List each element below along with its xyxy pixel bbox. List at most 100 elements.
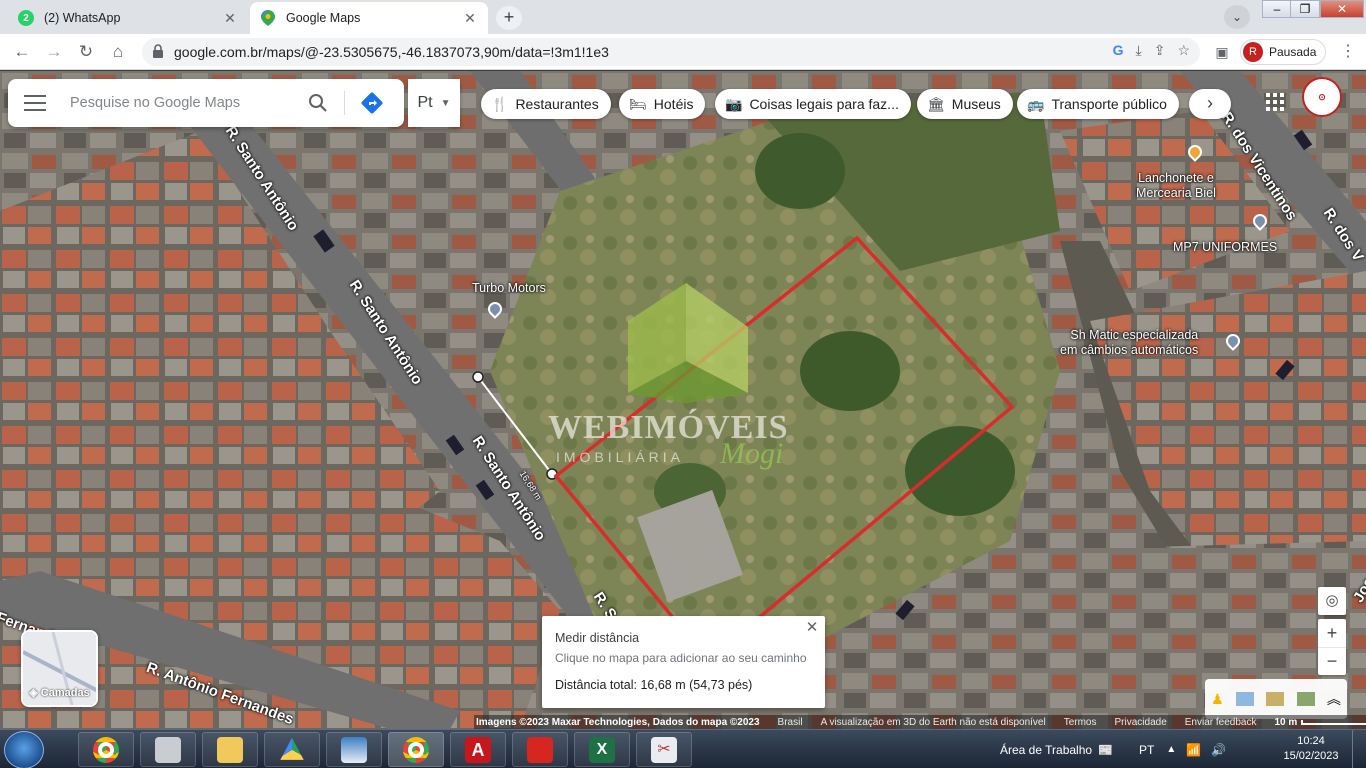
taskbar-scan-app[interactable] [326,732,382,767]
bookmark-star-icon[interactable]: ☆ [1177,42,1190,59]
street-view-controls: ♟ ︽ [1205,679,1347,719]
imagery-credit: Imagens ©2023 Maxar Technologies, Dados … [476,716,760,728]
language-indicator[interactable]: PT [1139,743,1154,757]
satellite-map[interactable]: WEBIMÓVEIS IMOBILIÁRIA Mogi R. Santo Ant… [0,71,1366,729]
chip-transit[interactable]: 🚌 Transporte público [1017,89,1179,119]
clock[interactable]: 10:24 15/02/2023 [1280,734,1342,764]
fork-knife-icon: 🍴 [491,95,509,112]
chip-museums[interactable]: 🏛 Museus [917,89,1013,119]
poi-label[interactable]: Lanchonete e Mercearia Biel [1136,171,1216,201]
close-window-button[interactable]: ✕ [1320,0,1364,18]
reload-button[interactable]: ↻ [74,40,98,64]
taskbar-acrobat[interactable] [512,732,568,767]
taskbar-chrome-active[interactable] [388,732,444,767]
tab-title: Google Maps [286,11,361,25]
tab-google-maps[interactable]: Google Maps ✕ [250,2,488,34]
measure-distance-panel: Medir distância Clique no mapa para adic… [542,616,825,708]
google-lens-icon[interactable]: G [1113,42,1124,59]
new-tab-button[interactable]: + [496,6,522,30]
country-link[interactable]: Brasil [778,717,803,728]
desktop-toolbar-label[interactable]: Área de Trabalho [1000,743,1092,757]
3d-notice: A visualização em 3D do Earth não está d… [820,716,1046,728]
forward-button[interactable]: → [42,40,66,64]
zoom-in-button[interactable]: + [1318,619,1346,647]
taskbar-excel[interactable]: X [574,732,630,767]
show-desktop-button[interactable] [1352,730,1366,768]
scale-bar[interactable]: 10 m [1274,717,1366,728]
google-apps-icon[interactable] [1266,93,1284,111]
taskbar-snipping[interactable]: ✂ [636,732,692,767]
profile-status: Pausada [1269,45,1317,59]
install-icon[interactable]: ⤓ [1136,42,1142,59]
attribution-bar: Imagens ©2023 Maxar Technologies, Dados … [474,715,1366,729]
minimize-button[interactable]: – [1262,0,1292,18]
share-icon[interactable]: ⇪ [1154,42,1166,59]
directions-icon[interactable] [360,91,384,115]
side-panel-icon[interactable]: ▣ [1210,40,1234,64]
scan-icon [341,736,367,763]
chevron-up-icon[interactable]: ︽ [1327,689,1341,709]
maximize-button[interactable]: ❐ [1290,0,1320,18]
zoom-out-button[interactable]: − [1318,647,1346,675]
watermark-script: Mogi [720,437,784,470]
measure-title: Medir distância [555,631,640,645]
tab-close-icon[interactable]: ✕ [222,10,238,26]
watermark-subtitle: IMOBILIÁRIA [556,449,685,465]
whatsapp-icon: 2 [18,10,34,26]
close-icon[interactable]: ✕ [804,620,820,636]
browser-menu-icon[interactable]: ⋮ [1338,40,1358,64]
chip-restaurants[interactable]: 🍴 Restaurantes [481,89,611,119]
measure-point[interactable] [472,371,484,383]
terms-link[interactable]: Termos [1064,717,1097,728]
address-bar[interactable]: google.com.br/maps/@-23.5305675,-46.1837… [142,38,1200,66]
measure-total: Distância total: 16,68 m (54,73 pés) [555,678,753,692]
poi-label[interactable]: MP7 UNIFORMES [1173,240,1277,254]
zoom-controls: + − [1318,619,1346,675]
street-view-thumb[interactable] [1235,692,1254,706]
taskbar-drive[interactable] [264,732,320,767]
chrome-icon [93,736,119,763]
search-icon[interactable] [308,93,328,113]
tab-whatsapp[interactable]: 2 (2) WhatsApp ✕ [8,2,248,34]
camera-icon: 📷 [725,95,743,112]
taskbar-autocad[interactable]: A [450,732,506,767]
layers-button[interactable]: ◈ Camadas [21,630,98,707]
chip-things-to-do[interactable]: 📷 Coisas legais para faz... [715,89,911,119]
back-button[interactable]: ← [10,40,34,64]
bus-icon: 🚌 [1027,95,1045,112]
url-text: google.com.br/maps/@-23.5305675,-46.1837… [174,44,609,60]
menu-icon[interactable] [24,95,46,111]
tab-close-icon[interactable]: ✕ [462,10,478,26]
start-button[interactable] [4,731,44,768]
tab-title: (2) WhatsApp [44,11,121,25]
browser-toolbar: ← → ↻ ⌂ google.com.br/maps/@-23.5305675,… [0,34,1366,70]
taskbar-chrome[interactable] [78,732,134,767]
my-location-button[interactable]: ◎ [1318,587,1346,615]
street-view-thumb[interactable] [1266,692,1285,706]
maps-search-box [8,79,404,127]
account-avatar[interactable]: ⊙ [1302,77,1342,117]
measure-hint: Clique no mapa para adicionar ao seu cam… [555,651,807,665]
autocad-icon: A [465,736,491,763]
poi-label[interactable]: Sh Matic especializada em câmbios automá… [1060,328,1198,358]
tray-expand-icon[interactable]: ▲ [1166,744,1176,755]
street-view-thumb[interactable] [1296,692,1315,706]
taskbar-explorer[interactable] [202,732,258,767]
volume-icon[interactable]: 🔊 [1211,743,1226,757]
location-target-icon: ◎ [1325,592,1339,609]
feedback-link[interactable]: Enviar feedback [1185,717,1257,728]
tab-search-button[interactable]: ⌄ [1224,5,1250,29]
chip-hotels[interactable]: 🛏 Hotéis [619,89,706,119]
search-input[interactable] [70,91,300,115]
language-button[interactable]: Pt ▼ [408,79,460,127]
profile-button[interactable]: R Pausada [1240,39,1326,65]
home-button[interactable]: ⌂ [106,40,130,64]
scissors-icon: ✂ [651,736,677,763]
chips-next-button[interactable]: › [1189,89,1231,119]
pegman-icon[interactable]: ♟ [1211,691,1224,708]
desktop-toolbar-icon[interactable]: 📰 [1098,743,1113,757]
network-icon[interactable]: 📶 [1186,743,1201,757]
privacy-link[interactable]: Privacidade [1115,717,1167,728]
poi-label[interactable]: Turbo Motors [472,281,546,295]
taskbar-scanner[interactable] [140,732,196,767]
